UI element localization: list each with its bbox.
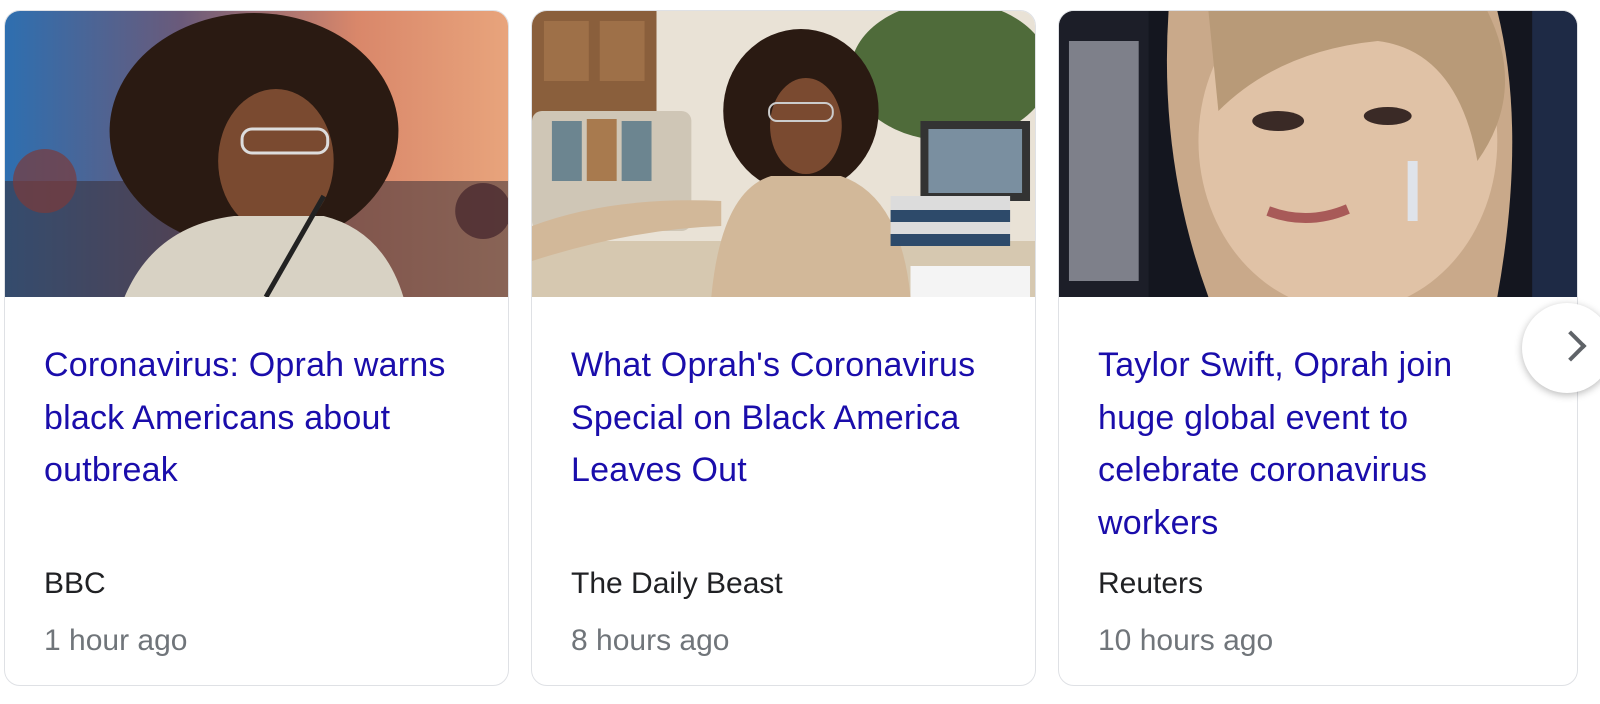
news-card[interactable]: What Oprah's Coronavirus Special on Blac… bbox=[531, 10, 1036, 686]
news-card[interactable]: Taylor Swift, Oprah join huge global eve… bbox=[1058, 10, 1578, 686]
news-thumbnail[interactable] bbox=[5, 11, 508, 297]
top-stories-carousel: Coronavirus: Oprah warns black Americans… bbox=[0, 0, 1600, 704]
photo-oprah-living-room bbox=[532, 11, 1035, 297]
news-thumbnail[interactable] bbox=[1059, 11, 1577, 297]
photo-oprah-microphone bbox=[5, 11, 508, 297]
news-card[interactable]: Coronavirus: Oprah warns black Americans… bbox=[4, 10, 509, 686]
news-thumbnail[interactable] bbox=[532, 11, 1035, 297]
news-timestamp: 1 hour ago bbox=[44, 624, 188, 657]
photo-taylor-swift bbox=[1059, 11, 1577, 297]
news-timestamp: 8 hours ago bbox=[571, 624, 730, 657]
news-headline[interactable]: Taylor Swift, Oprah join huge global eve… bbox=[1098, 339, 1537, 549]
news-timestamp: 10 hours ago bbox=[1098, 624, 1274, 657]
news-headline[interactable]: Coronavirus: Oprah warns black Americans… bbox=[44, 339, 468, 497]
news-source: The Daily Beast bbox=[571, 567, 783, 600]
chevron-right-icon bbox=[1555, 330, 1587, 362]
news-source: Reuters bbox=[1098, 567, 1204, 600]
news-headline[interactable]: What Oprah's Coronavirus Special on Blac… bbox=[571, 339, 995, 497]
news-source: BBC bbox=[44, 567, 106, 600]
